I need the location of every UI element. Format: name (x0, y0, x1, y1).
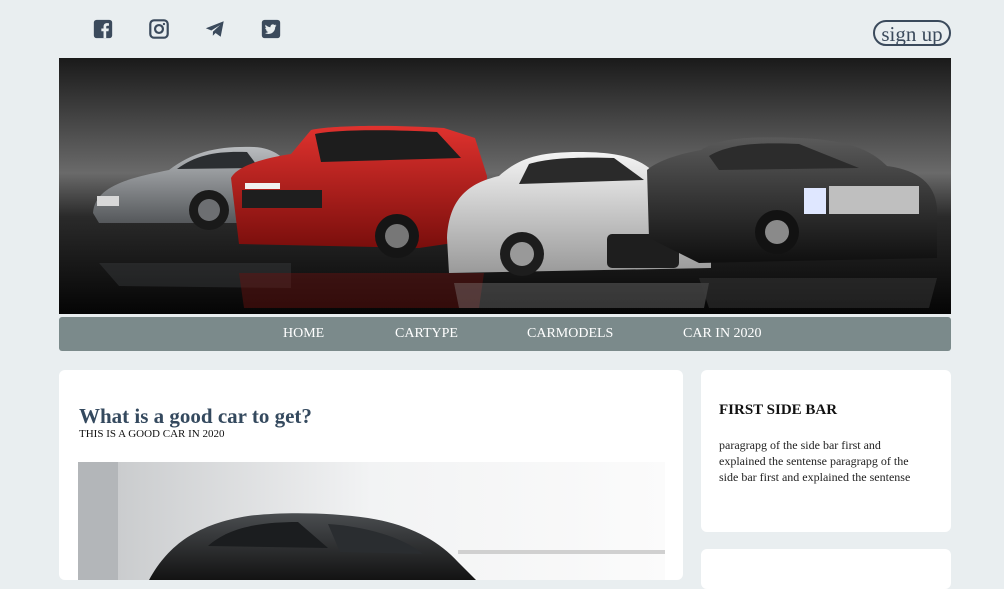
second-side-bar (701, 549, 951, 589)
top-bar: sign up (0, 0, 1004, 58)
nav-car-in-2020[interactable]: CAR IN 2020 (683, 317, 762, 351)
article-car-image (78, 462, 665, 580)
article-title: What is a good car to get? (79, 404, 312, 428)
first-side-bar: FIRST SIDE BAR paragrapg of the side bar… (701, 370, 951, 532)
twitter-icon[interactable] (260, 18, 282, 40)
side-bar-text: paragrapg of the side bar first and expl… (719, 438, 911, 484)
hero-cars-image (59, 58, 951, 314)
instagram-icon[interactable] (148, 18, 170, 40)
side-bar-title: FIRST SIDE BAR (719, 402, 838, 418)
main-article-card: What is a good car to get? THIS IS A GOO… (59, 370, 683, 580)
nav-home[interactable]: HOME (283, 317, 324, 351)
facebook-icon[interactable] (92, 18, 114, 40)
hero-banner (59, 58, 951, 314)
main-nav: HOME CARTYPE CARMODELS CAR IN 2020 (59, 317, 951, 351)
nav-cartype[interactable]: CARTYPE (395, 317, 458, 351)
social-links (92, 18, 316, 40)
sign-up-button[interactable]: sign up (873, 20, 951, 46)
telegram-icon[interactable] (204, 18, 226, 40)
article-subtitle: THIS IS A GOOD CAR IN 2020 (79, 428, 225, 440)
nav-carmodels[interactable]: CARMODELS (527, 317, 613, 351)
